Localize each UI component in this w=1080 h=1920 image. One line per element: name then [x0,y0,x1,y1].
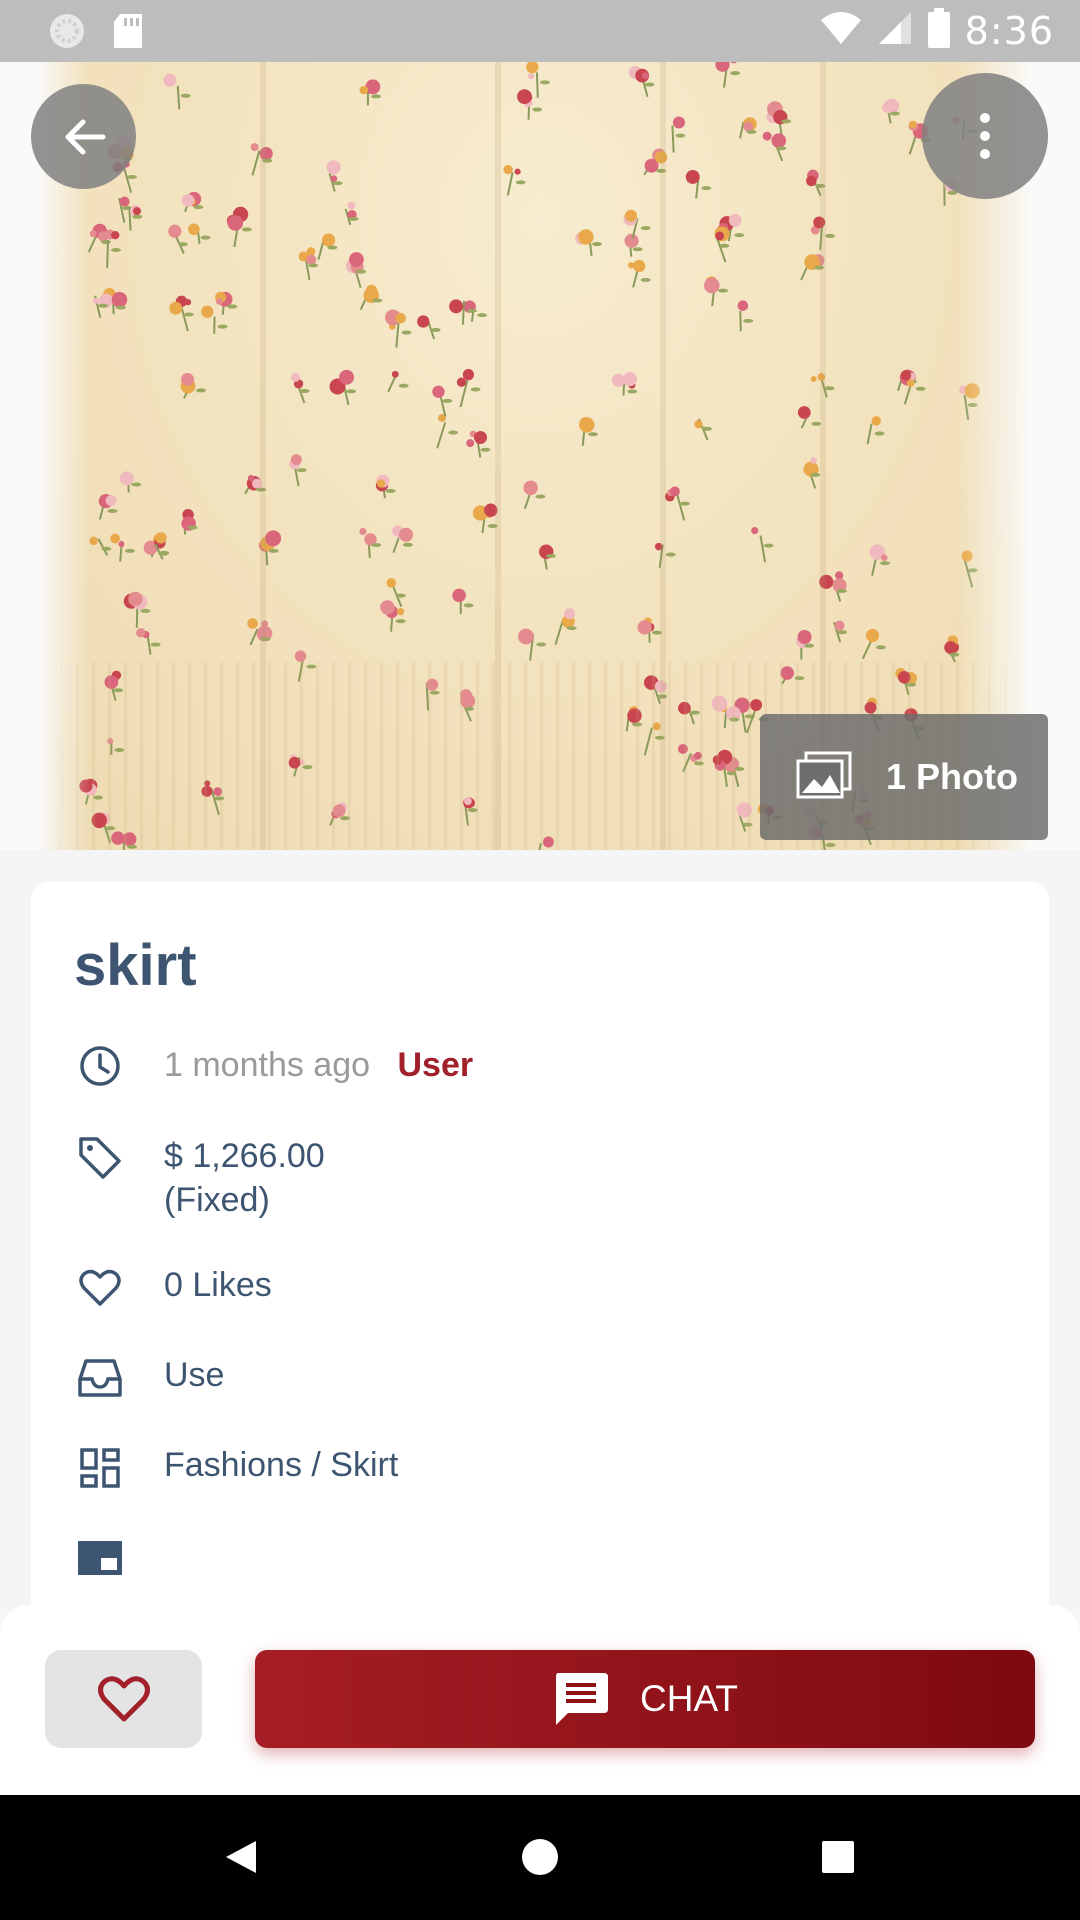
wifi-icon [819,10,863,51]
system-nav-bar [0,1795,1080,1920]
seller-link[interactable]: User [397,1046,473,1084]
category-value: Fashions / Skirt [164,1446,399,1484]
price-row: $ 1,266.00 (Fixed) [74,1132,325,1219]
condition-row: Use [74,1352,224,1404]
location-card-icon [74,1532,126,1584]
more-vertical-icon [980,113,990,159]
posted-time: 1 months ago [164,1046,371,1084]
more-options-button[interactable] [922,73,1048,199]
arrow-left-icon [65,119,105,154]
heart-outline-icon [74,1262,126,1314]
price-type: (Fixed) [164,1181,270,1219]
signal-icon [877,10,913,51]
price-value: $ 1,266.00 [164,1137,325,1175]
sd-card-icon [112,12,144,55]
posted-row: 1 months ago User [74,1040,473,1092]
battery-icon [927,8,951,53]
photos-icon [796,751,852,804]
nav-back-button[interactable] [206,1821,278,1893]
listing-details-card: skirt 1 months ago User $ 1,266.00 (Fixe… [31,882,1049,1642]
likes-count: 0 Likes [164,1266,272,1304]
photo-count-badge[interactable]: 1 Photo [760,714,1048,840]
status-bar: 8:36 [0,0,1080,62]
chat-button[interactable]: CHAT [255,1650,1035,1748]
sync-icon [48,12,86,55]
chat-icon [556,1673,608,1725]
price-tag-icon [74,1132,126,1184]
back-button[interactable] [31,84,136,189]
nav-home-button[interactable] [504,1821,576,1893]
bottom-action-bar: CHAT [0,1605,1080,1795]
status-time: 8:36 [964,8,1054,53]
triangle-back-icon [226,1841,256,1873]
circle-home-icon [522,1839,558,1875]
category-dashboard-icon [74,1442,126,1494]
extra-info-row [74,1532,126,1584]
favorite-button[interactable] [45,1650,202,1748]
heart-icon [97,1676,150,1722]
category-row: Fashions / Skirt [74,1442,398,1494]
chat-button-label: CHAT [640,1678,738,1719]
nav-recents-button[interactable] [802,1821,874,1893]
clock-icon [74,1040,126,1092]
inbox-icon [74,1352,126,1404]
square-recents-icon [822,1841,854,1873]
likes-row: 0 Likes [74,1262,272,1314]
listing-title: skirt [74,933,197,998]
condition-value: Use [164,1356,225,1394]
photo-count-label: 1 Photo [886,756,1018,797]
